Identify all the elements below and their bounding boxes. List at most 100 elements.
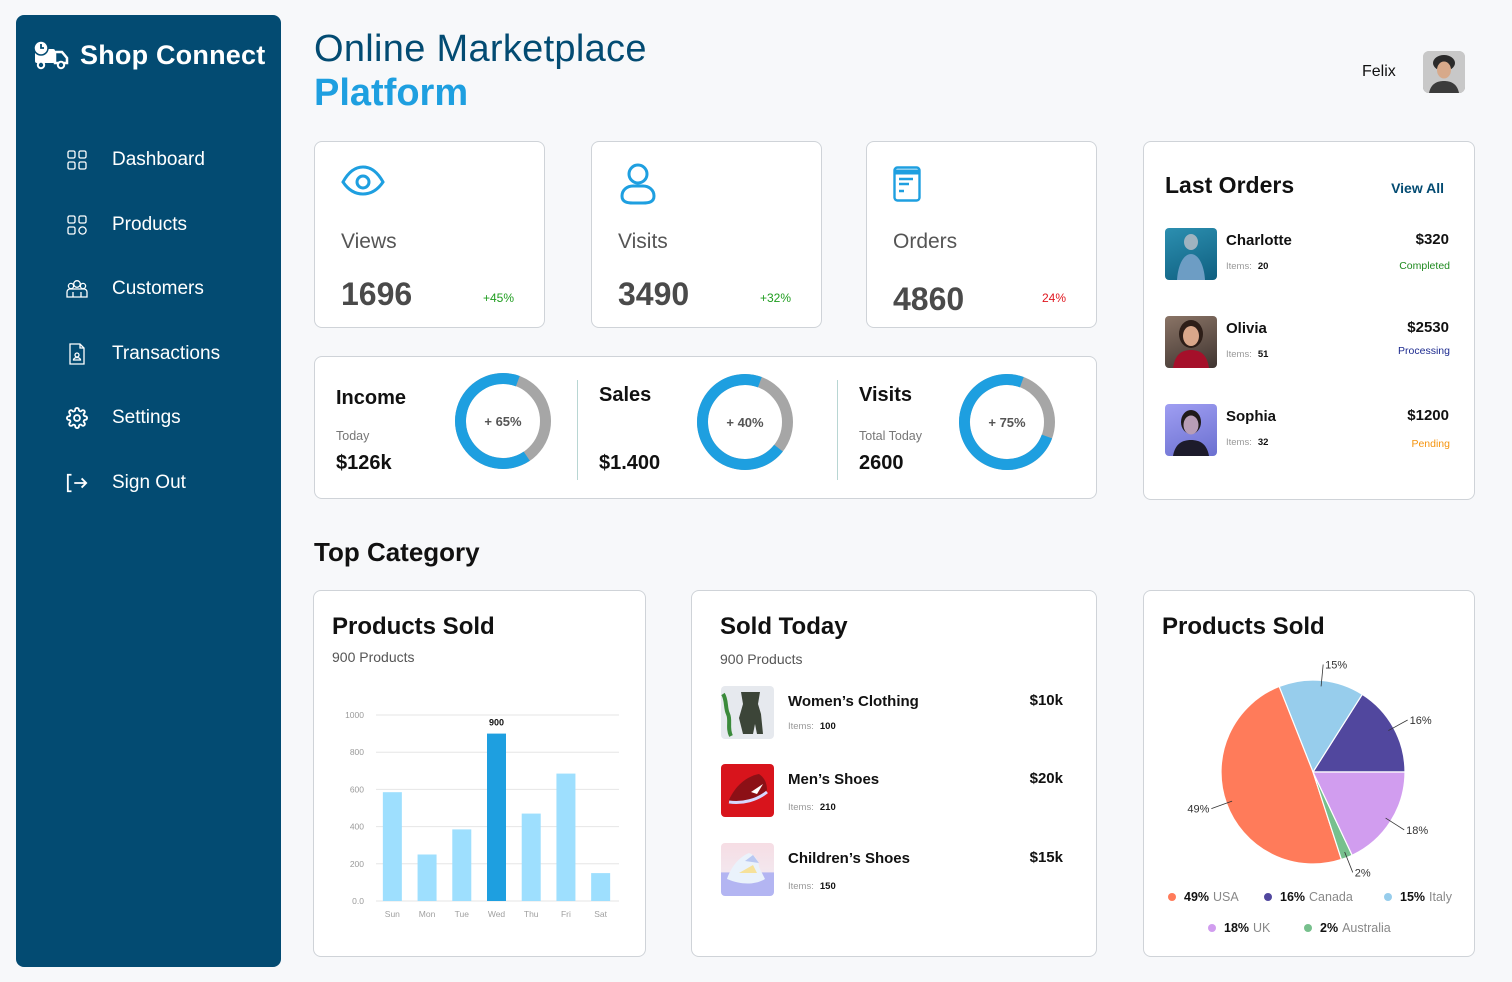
customer-photo bbox=[1165, 316, 1217, 368]
progress-ring: + 75% bbox=[958, 373, 1056, 471]
items-label: Items: bbox=[1226, 349, 1252, 360]
stat-change: +45% bbox=[482, 291, 514, 305]
products-sold-bar-card: Products Sold 900 Products 0.0 200 400 600 8… bbox=[313, 590, 646, 957]
product-photo bbox=[721, 686, 774, 739]
document-user-icon bbox=[66, 343, 88, 365]
product-name: Children’s Shoes bbox=[788, 850, 910, 867]
stat-label: Visits bbox=[618, 230, 668, 253]
user-profile[interactable]: Felix bbox=[1362, 51, 1465, 93]
x-tick-label: Tue bbox=[455, 909, 470, 919]
legend-dot bbox=[1304, 924, 1312, 932]
product-name: Women’s Clothing bbox=[788, 693, 919, 710]
x-tick-label: Mon bbox=[419, 909, 436, 919]
items-value: 100 bbox=[819, 721, 836, 732]
y-tick-label: 200 bbox=[350, 859, 364, 869]
visits-card: Visits 3490 +32% bbox=[591, 141, 822, 328]
order-amount: $2530 bbox=[1407, 319, 1449, 336]
sidebar-item-transactions[interactable]: Transactions bbox=[66, 322, 220, 387]
order-item[interactable]: Sophia Items: 32 $1200 Pending bbox=[1165, 404, 1453, 458]
legend-pct: 2% bbox=[1320, 921, 1339, 935]
product-item[interactable]: Men’s Shoes Items: 210 $20k bbox=[721, 764, 1066, 818]
progress-ring: + 40% bbox=[696, 373, 794, 471]
sidebar-item-label: Settings bbox=[112, 407, 181, 429]
order-status: Processing bbox=[1398, 345, 1450, 357]
items-count: Items: 100 bbox=[788, 721, 836, 732]
stat-value: 4860 bbox=[893, 281, 965, 317]
legend-item: 16% Canada bbox=[1264, 890, 1353, 904]
sidebar-item-products[interactable]: Products bbox=[66, 193, 220, 258]
sidebar-item-label: Products bbox=[112, 213, 187, 235]
product-item[interactable]: Children’s Shoes Items: 150 $15k bbox=[721, 843, 1066, 897]
bar-sat bbox=[591, 873, 611, 901]
section-value: $126k bbox=[336, 452, 392, 474]
users-icon bbox=[66, 278, 88, 300]
legend-label: Italy bbox=[1429, 890, 1452, 904]
legend-label: Canada bbox=[1309, 890, 1353, 904]
x-tick-label: Wed bbox=[488, 909, 506, 919]
grid-icon bbox=[66, 149, 88, 171]
summary-card: Income Today $126k + 65% Sales $1.400 + … bbox=[314, 356, 1097, 499]
delivery-truck-icon bbox=[33, 40, 69, 70]
sidebar-item-dashboard[interactable]: Dashboard bbox=[66, 128, 220, 193]
legend-item: 2% Australia bbox=[1304, 921, 1391, 935]
items-label: Items: bbox=[1226, 261, 1252, 272]
items-count: Items: 150 bbox=[788, 881, 836, 892]
order-item[interactable]: Olivia Items: 51 $2530 Processing bbox=[1165, 316, 1453, 370]
sidebar-item-sign-out[interactable]: Sign Out bbox=[66, 451, 220, 516]
legend-dot bbox=[1208, 924, 1216, 932]
y-tick-label: 400 bbox=[350, 822, 364, 832]
section-title: Visits bbox=[859, 384, 912, 406]
bar-thu bbox=[521, 813, 541, 901]
items-count: Items: 20 bbox=[1226, 261, 1268, 272]
section-subtitle: Total Today bbox=[859, 429, 923, 443]
sold-today-card: Sold Today 900 Products Women’s Clothing… bbox=[691, 590, 1097, 957]
progress-ring: + 65% bbox=[454, 372, 552, 470]
items-value: 51 bbox=[1257, 349, 1269, 360]
sign-out-icon bbox=[66, 472, 88, 494]
user-name: Felix bbox=[1362, 63, 1396, 80]
legend-label: UK bbox=[1253, 921, 1271, 935]
product-amount: $20k bbox=[1029, 770, 1063, 787]
order-item[interactable]: Charlotte Items: 20 $320 Completed bbox=[1165, 228, 1453, 282]
data-label: 900 bbox=[489, 718, 504, 728]
brand[interactable]: Shop Connect bbox=[32, 39, 265, 71]
avatar[interactable] bbox=[1422, 51, 1465, 93]
x-tick-label: Thu bbox=[524, 909, 539, 919]
bar-tue bbox=[452, 829, 472, 901]
order-status: Pending bbox=[1411, 438, 1450, 450]
sidebar-item-label: Sign Out bbox=[112, 471, 186, 493]
section-title: Sales bbox=[599, 384, 652, 406]
items-label: Items: bbox=[1226, 437, 1252, 448]
sidebar-item-label: Dashboard bbox=[112, 149, 205, 171]
page-title: Online Marketplace bbox=[314, 28, 647, 70]
x-tick-label: Fri bbox=[561, 909, 571, 919]
product-item[interactable]: Women’s Clothing Items: 100 $10k bbox=[721, 686, 1066, 740]
sidebar-nav: Dashboard Products Customers Transaction… bbox=[66, 128, 220, 515]
stat-value: 1696 bbox=[341, 276, 413, 312]
sidebar-item-label: Transactions bbox=[112, 342, 221, 364]
legend-label: Australia bbox=[1342, 921, 1391, 935]
section-title: Income bbox=[336, 387, 407, 409]
items-value: 32 bbox=[1257, 437, 1269, 448]
sidebar-item-customers[interactable]: Customers bbox=[66, 257, 220, 322]
pie-label: 2% bbox=[1355, 867, 1371, 879]
stat-change: +32% bbox=[759, 291, 791, 305]
sidebar-item-settings[interactable]: Settings bbox=[66, 386, 220, 451]
section-heading: Top Category bbox=[314, 537, 480, 567]
view-all-link[interactable]: View All bbox=[1391, 180, 1444, 196]
bar-mon bbox=[417, 854, 437, 901]
visits-section: Visits Total Today 2600 + 75% bbox=[838, 357, 1096, 499]
items-count: Items: 51 bbox=[1226, 349, 1268, 360]
legend-item: 49% USA bbox=[1168, 890, 1239, 904]
items-count: Items: 32 bbox=[1226, 437, 1268, 448]
sidebar-item-label: Customers bbox=[112, 278, 204, 300]
y-tick-label: 600 bbox=[350, 784, 364, 794]
bar-sun bbox=[382, 792, 402, 901]
stat-change: 24% bbox=[1041, 291, 1066, 305]
customer-name: Sophia bbox=[1226, 408, 1277, 425]
product-amount: $10k bbox=[1029, 692, 1063, 709]
bar-wed bbox=[487, 733, 506, 901]
card-title: Sold Today bbox=[720, 613, 848, 640]
product-photo bbox=[721, 843, 774, 896]
customer-photo bbox=[1165, 404, 1217, 456]
